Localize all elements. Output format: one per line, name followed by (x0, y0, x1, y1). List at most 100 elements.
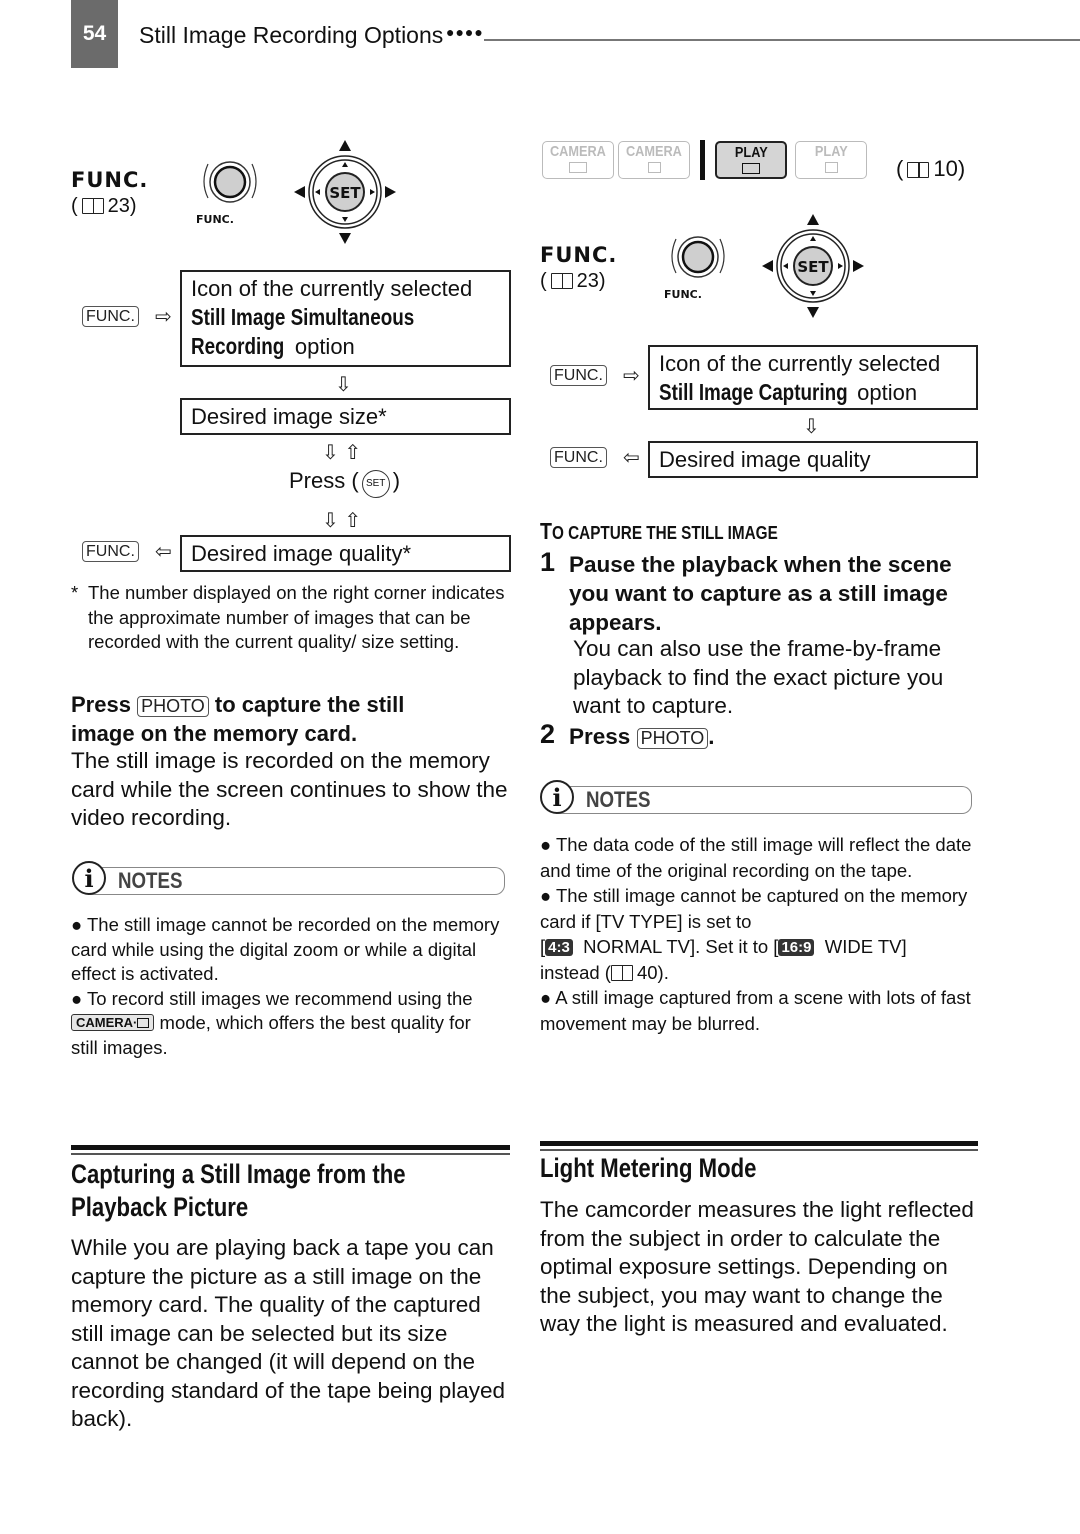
section-title-line: Playback Picture (71, 1192, 249, 1222)
press-set-instruction: Press (SET) (289, 468, 400, 498)
arrow-right-icon: ⇨ (623, 365, 640, 387)
mode-label: CAMERA (626, 143, 682, 160)
footnote-text: The number displayed on the right corner… (88, 582, 505, 652)
tape-icon (569, 162, 587, 173)
mode-play-card: PLAY (795, 141, 867, 179)
option-name: Recording (191, 333, 285, 359)
section-rule-thick (540, 1141, 978, 1146)
page-header-title: Still Image Recording Options (139, 22, 444, 48)
note-item: ● The still image cannot be recorded on … (71, 914, 500, 984)
section-body: While you are playing back a tape you ca… (71, 1235, 506, 1431)
mode-camera-tape: CAMERA (542, 141, 614, 179)
note-item: ● The still image cannot be captured on … (540, 885, 968, 983)
card-icon (647, 162, 661, 173)
section-rule-thick (71, 1145, 510, 1150)
info-icon: i (72, 861, 106, 895)
card-icon (824, 162, 838, 173)
flow-box-line: Icon of the currently selected (191, 276, 473, 301)
func-page-ref: (23) (71, 195, 137, 217)
arrow-updown-icon: ⇩ ⇧ (322, 510, 362, 532)
card-icon (137, 1018, 150, 1028)
ref-number: 23 (107, 195, 130, 217)
mode-page-ref: (10) (896, 156, 966, 181)
step-period: . (708, 724, 715, 749)
note-text: WIDE TV] (824, 936, 907, 957)
notes-title: NOTES (586, 787, 651, 812)
photo-key: PHOTO (137, 696, 209, 717)
ref-number: 10 (933, 156, 958, 181)
mode-play-tape: PLAY (715, 141, 787, 179)
func-key: FUNC. (550, 447, 607, 468)
note-text: A still image captured from a scene with… (540, 987, 971, 1034)
instruction-text: to capture the still (214, 692, 405, 717)
book-icon (907, 162, 930, 178)
func-label: FUNC. (540, 243, 618, 267)
press-label: Press ( (289, 468, 359, 493)
instruction-text: image on the memory card. (71, 721, 358, 746)
arrow-left-icon: ⇦ (623, 447, 640, 469)
joystick-set-label: SET (329, 184, 361, 202)
book-icon (550, 273, 573, 289)
func-key: FUNC. (82, 306, 139, 327)
mode-label: PLAY (814, 143, 848, 160)
step-press: Press (569, 724, 631, 749)
func-label: FUNC. (71, 168, 149, 192)
section-title: Capturing a Still Image from the Playbac… (71, 1158, 406, 1224)
note-text: NORMAL TV]. Set it to [ (583, 936, 779, 957)
flow-box-image-quality: Desired image quality (648, 441, 978, 478)
option-name: Still Image Simultaneous (191, 304, 415, 330)
flow-box-image-quality: Desired image quality* (180, 535, 511, 572)
info-icon: i (540, 780, 574, 814)
joystick-set-label: SET (797, 258, 829, 276)
step-instruction: Press PHOTO. (569, 722, 715, 751)
camera-card-mode-badge: CAMERA· (71, 1014, 155, 1031)
section-rule-thin (540, 1149, 978, 1151)
arrow-right-icon: ⇨ (155, 306, 172, 328)
ref-number: 40 (636, 961, 658, 983)
section-body: The camcorder measures the light reflect… (540, 1197, 974, 1336)
footnote-marker: * (71, 582, 79, 603)
aspect-4-3-icon: 4:3 (545, 939, 573, 956)
joystick-icon: SET (762, 214, 864, 318)
note-item: ● The data code of the still image will … (540, 834, 972, 881)
aspect-16-9-icon: 16:9 (778, 939, 815, 956)
flow-box-line: option (851, 380, 918, 405)
section-rule-thin (71, 1153, 510, 1155)
mode-indicator: CAMERA CAMERA PLAY PLAY (542, 140, 867, 180)
option-name: Still Image Capturing (659, 379, 848, 405)
mode-divider (700, 140, 705, 180)
book-icon (81, 198, 104, 214)
note-text: ). (657, 961, 669, 983)
note-text: The still image cannot be recorded on th… (71, 914, 500, 984)
arrow-down-icon: ⇩ (803, 416, 820, 438)
page-number: 54 (71, 0, 118, 68)
note-item: ● A still image captured from a scene wi… (540, 987, 971, 1034)
instruction-press: Press (71, 692, 131, 717)
mode-label: CAMERA (550, 143, 606, 160)
press-close: ) (392, 468, 401, 493)
func-page-ref: (23) (540, 270, 606, 292)
notes-list: ● The data code of the still image will … (540, 832, 980, 1036)
note-text: The still image cannot be captured on th… (540, 885, 968, 932)
flow-box-image-size: Desired image size* (180, 398, 511, 435)
flow-box-current-option: Icon of the currently selected Still Ima… (180, 270, 511, 367)
notes-title: NOTES (118, 868, 183, 893)
ref-number: 23 (576, 270, 599, 292)
flow-box-current-option: Icon of the currently selected Still Ima… (648, 345, 978, 410)
func-key: FUNC. (82, 541, 139, 562)
book-icon (610, 964, 633, 981)
step-instruction: Pause the playback when the scene you wa… (569, 552, 952, 635)
note-text: The data code of the still image will re… (540, 834, 972, 881)
section-title: Light Metering Mode (540, 1153, 757, 1183)
mode-label: PLAY (734, 144, 768, 161)
instruction-body: The still image is recorded on the memor… (71, 748, 508, 830)
step-detail: You can also use the frame-by-frame play… (573, 636, 944, 718)
func-key: FUNC. (550, 365, 607, 386)
arrow-down-icon: ⇩ (335, 374, 352, 396)
section-title-line: Capturing a Still Image from the (71, 1159, 406, 1189)
flow-box-line: option (288, 334, 355, 359)
procedure-title-rest: O CAPTURE THE STILL IMAGE (551, 523, 778, 543)
func-knob-label: FUNC. (196, 213, 234, 226)
photo-key: PHOTO (636, 728, 709, 749)
tape-icon (742, 163, 760, 174)
